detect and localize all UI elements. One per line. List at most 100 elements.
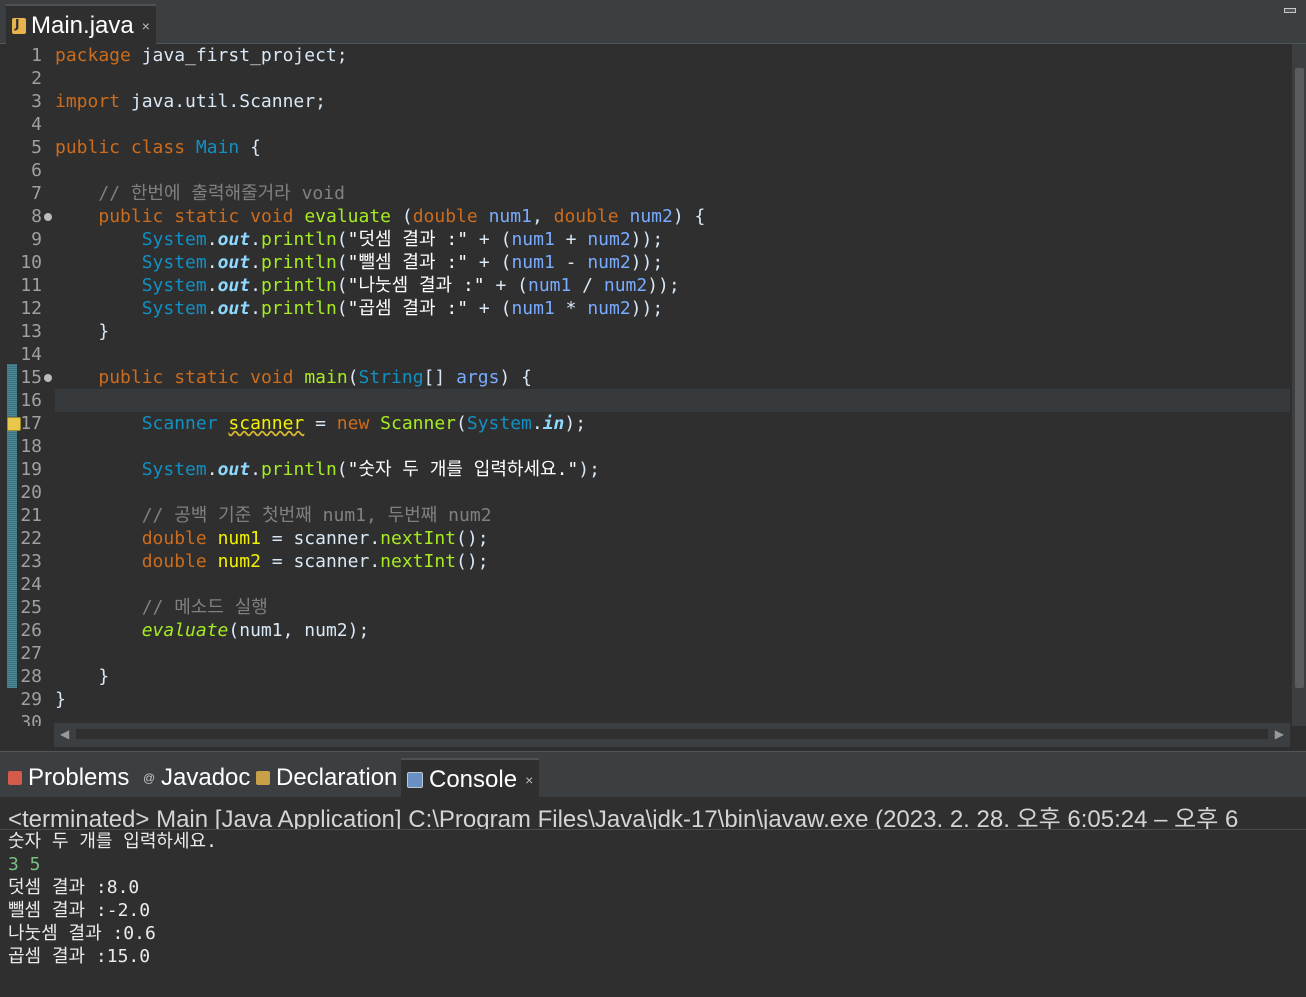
code-token: double [141, 528, 207, 549]
console-process-status: <terminated> Main [Java Application] C:\… [8, 806, 1239, 829]
line-number: 11 [20, 275, 42, 296]
tab-label: Declaration [276, 764, 398, 791]
tab-label: Javadoc [161, 764, 251, 791]
code-token: ( [336, 298, 348, 319]
scroll-left-icon[interactable]: ◀ [60, 727, 69, 741]
console-output[interactable]: 숫자 두 개를 입력하세요. 3 5 덧셈 결과 :8.0 뺄셈 결과 :-2.0 나눗… [8, 830, 1298, 968]
code-token: . [250, 459, 261, 480]
close-icon[interactable]: × [142, 18, 150, 34]
code-token: )); [630, 229, 664, 250]
code-token: + ( [468, 298, 512, 319]
console-view[interactable]: <terminated> Main [Java Application] C:\… [0, 797, 1306, 997]
code-token: num2 [587, 229, 631, 250]
code-line: public static void main(String[] args) { [55, 366, 1290, 389]
code-token: void [250, 367, 294, 388]
code-line: System.out.println("뺄셈 결과 :" + (num1 - n… [55, 251, 1290, 274]
close-icon[interactable]: × [525, 772, 533, 788]
vertical-scrollbar[interactable] [1292, 44, 1306, 726]
code-token: // 한번에 출력해줄거라 void [98, 183, 345, 204]
code-token: class [130, 137, 186, 158]
line-number-ruler: 1 2 3 4 5 6 7 8 9 10 11 12 13 14 15 16 17 18 19 20 21 22 23 24 2… [0, 44, 44, 726]
code-token: . [369, 551, 381, 572]
fold-collapse-icon[interactable] [44, 374, 52, 382]
code-token: public [98, 367, 164, 388]
code-token: void [250, 206, 294, 227]
fold-collapse-icon[interactable] [44, 213, 52, 221]
horizontal-scroll-thumb[interactable] [76, 729, 1268, 739]
code-line: // 메소드 실행 [55, 596, 1290, 619]
code-token: Scanner [380, 413, 456, 434]
horizontal-scrollbar[interactable]: ◀ ▶ [54, 723, 1290, 747]
code-token: num1 [488, 206, 532, 227]
code-token: ) { [672, 206, 706, 227]
code-token: evaluate [304, 206, 392, 227]
code-token: . [531, 413, 543, 434]
code-token: Scanner [141, 413, 218, 434]
tab-declaration[interactable]: Declaration [256, 758, 397, 798]
code-token: num2 [603, 275, 648, 296]
code-text-area[interactable]: package java_first_project; import java.… [55, 44, 1290, 726]
code-editor[interactable]: 1 2 3 4 5 6 7 8 9 10 11 12 13 14 15 16 17 18 19 20 21 22 23 24 2… [0, 44, 1306, 749]
tab-label: Problems [28, 764, 130, 791]
code-token: num1 [217, 528, 261, 549]
code-token: ( [336, 275, 348, 296]
code-token: ) { [499, 367, 532, 388]
console-output-line: 곱셈 결과 :15.0 [8, 946, 151, 967]
code-token: static [174, 367, 240, 388]
tab-problems[interactable]: Problems [8, 758, 129, 798]
code-token: ); [564, 413, 587, 434]
line-number: 19 [20, 459, 42, 480]
line-number: 4 [31, 114, 42, 135]
code-token: public [55, 137, 121, 158]
code-token: scanner [228, 413, 305, 434]
code-token: . [369, 528, 381, 549]
code-token: } [55, 666, 110, 687]
code-line [55, 389, 1290, 412]
code-token: . [206, 252, 218, 273]
code-token: = [260, 528, 294, 549]
line-number: 28 [20, 666, 42, 687]
code-token: ( [391, 206, 413, 227]
code-line: System.out.println("나눗셈 결과 :" + (num1 / … [55, 274, 1290, 297]
code-line: double num2 = scanner.nextInt(); [55, 550, 1290, 573]
tab-javadoc[interactable]: @ Javadoc [143, 758, 250, 798]
code-token: System [141, 252, 207, 273]
code-token: num1 [527, 275, 572, 296]
code-token: new [336, 413, 370, 434]
code-token: * [554, 298, 588, 319]
code-token: out [217, 459, 251, 480]
line-number: 10 [20, 252, 42, 273]
code-token: println [260, 252, 337, 273]
code-token: in [542, 413, 565, 434]
line-number: 23 [20, 551, 42, 572]
line-number: 7 [31, 183, 42, 204]
vertical-scroll-thumb[interactable] [1295, 68, 1304, 688]
code-token: = [260, 551, 294, 572]
code-token: = [304, 413, 337, 434]
minimize-icon[interactable] [1284, 8, 1296, 13]
scroll-right-icon[interactable]: ▶ [1275, 727, 1284, 741]
line-number: 25 [20, 597, 42, 618]
code-line: evaluate(num1, num2); [55, 619, 1290, 642]
warning-icon[interactable] [7, 417, 21, 431]
code-token: )); [647, 275, 680, 296]
tab-console[interactable]: Console × [401, 758, 540, 800]
problems-icon [8, 771, 22, 785]
code-line: System.out.println("덧셈 결과 :" + (num1 + n… [55, 228, 1290, 251]
editor-tab-main-java[interactable]: Main.java × [6, 4, 156, 45]
